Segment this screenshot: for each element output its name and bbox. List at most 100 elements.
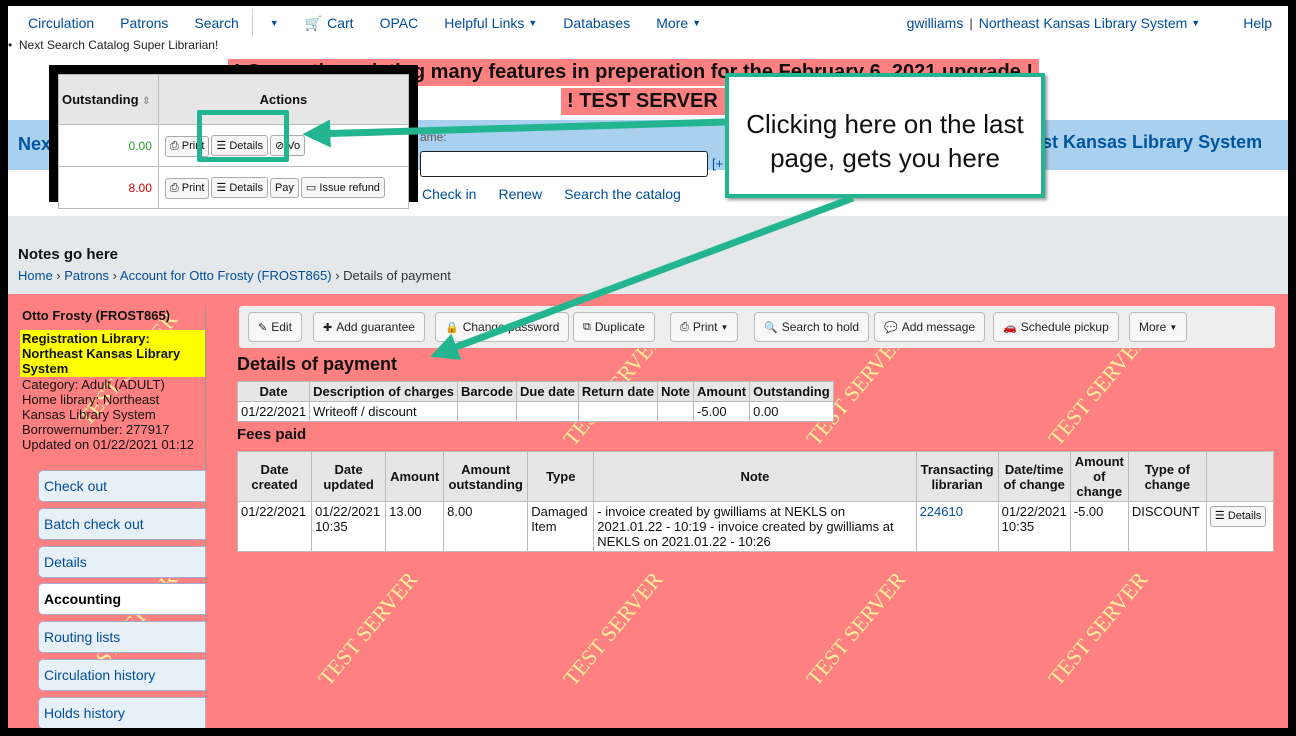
cell-actions: ☰ Details (1205, 501, 1275, 552)
add-guarantee-label: Add guarantee (336, 320, 415, 334)
cell-note (657, 401, 695, 422)
sidebar-item-details[interactable]: Details (38, 545, 206, 578)
sidebar-item-batch-check-out[interactable]: Batch check out (38, 507, 206, 540)
sidebar-item-circulation-history[interactable]: Circulation history (38, 658, 206, 691)
registration-library: Registration Library: Northeast Kansas L… (20, 330, 206, 377)
check-in-link[interactable]: Check in (422, 186, 476, 202)
nav-databases[interactable]: Databases (550, 6, 643, 40)
edit-label: Edit (271, 320, 292, 334)
cell-amount-outstanding: 8.00 (443, 501, 529, 552)
car-icon: 🚗 (1003, 321, 1017, 334)
patron-toolbar: ✎ Edit ✚ Add guarantee 🔒 Change password ⧉ D… (239, 306, 1275, 348)
lock-icon: 🔒 (445, 321, 459, 334)
breadcrumb-current: Details of payment (343, 268, 451, 283)
col-datetime-change: Date/time of change (997, 451, 1071, 502)
col-actions (1205, 451, 1275, 502)
comment-icon: 💬 (884, 321, 898, 334)
nav-circulation[interactable]: Circulation (8, 6, 107, 40)
search-icon: 🔍 (764, 321, 778, 334)
pencil-icon: ✎ (258, 321, 268, 334)
nav-helpful-links-label: Helpful Links (444, 15, 525, 31)
schedule-pickup-button[interactable]: 🚗 Schedule pickup (993, 312, 1119, 342)
add-message-label: Add message (901, 320, 976, 334)
pay-button[interactable]: Pay (269, 177, 299, 198)
expand-search-link[interactable]: [+ (712, 156, 723, 171)
breadcrumb-account[interactable]: Account for Otto Frosty (FROST865) (120, 268, 332, 283)
sidebar-item-holds-history[interactable]: Holds history (38, 696, 206, 728)
nav-search[interactable]: Search (181, 6, 251, 40)
top-navbar: Circulation Patrons Search ▼ 🛒 Cart OPAC … (8, 6, 1288, 40)
breadcrumb-home[interactable]: Home (18, 268, 53, 283)
patron-sidebar-menu: Check out Batch check out Details Accoun… (38, 470, 206, 728)
cell-actions: ⎙ Print ☰ Details Pay ▭ Issue refund (157, 166, 410, 209)
nav-patrons[interactable]: Patrons (107, 6, 181, 40)
breadcrumb-patrons[interactable]: Patrons (64, 268, 109, 283)
details-button[interactable]: ☰ Details (211, 176, 268, 198)
col-amount-change: Amount of change (1069, 451, 1129, 502)
more-button[interactable]: More ▼ (1129, 312, 1188, 342)
col-note: Note (593, 451, 917, 502)
nav-cart[interactable]: 🛒 Cart (292, 6, 367, 40)
header-title-right: st Kansas Library System (1042, 132, 1263, 152)
cell-datetime-change: 01/22/2021 10:35 (997, 501, 1071, 552)
col-type: Type (527, 451, 595, 502)
add-guarantee-button[interactable]: ✚ Add guarantee (313, 312, 425, 342)
search-to-hold-button[interactable]: 🔍 Search to hold (754, 312, 870, 342)
col-description: Description of charges (309, 381, 458, 402)
patron-search-input[interactable] (420, 151, 708, 177)
nav-helpful-links[interactable]: Helpful Links ▼ (431, 6, 550, 40)
details-label: Details (229, 181, 263, 194)
chevron-down-icon: ▼ (1169, 322, 1178, 332)
cell-date-created: 01/22/2021 (236, 501, 313, 552)
col-date-created: Date created (236, 451, 313, 502)
printer-icon: ⎙ (169, 139, 179, 152)
void-label: Vo (287, 139, 301, 152)
circ-quick-links: Check in Renew Search the catalog (422, 186, 681, 202)
page-title: Details of payment (237, 354, 398, 374)
library-selector[interactable]: Northeast Kansas Library System ▼ (979, 6, 1213, 40)
cell-type: Damaged Item (527, 501, 595, 552)
renew-link[interactable]: Renew (498, 186, 542, 202)
col-outstanding[interactable]: Outstanding ⇕ (58, 74, 159, 125)
print-label: Print (692, 320, 718, 334)
details-button[interactable]: ☰ Details (1209, 506, 1267, 527)
cell-note: - invoice created by gwilliams at NEKLS … (593, 501, 917, 552)
copy-icon: ⧉ (583, 320, 591, 333)
chevron-down-icon: ▼ (528, 18, 538, 28)
print-button[interactable]: ⎙ Print ▼ (670, 312, 739, 342)
issue-refund-button[interactable]: ▭ Issue refund (300, 176, 385, 198)
user-menu: gwilliams | Northeast Kansas Library Sys… (894, 6, 1288, 40)
search-catalog-link[interactable]: Search the catalog (564, 186, 681, 202)
details-label: Details (1227, 510, 1262, 522)
change-password-button[interactable]: 🔒 Change password (435, 312, 570, 342)
table-row: 01/22/2021 01/22/2021 10:35 13.00 8.00 D… (236, 501, 1275, 552)
cell-amount: 13.00 (385, 501, 445, 552)
print-button[interactable]: ⎙ Print (164, 177, 210, 199)
nav-opac[interactable]: OPAC (367, 6, 432, 40)
edit-button[interactable]: ✎ Edit (248, 312, 302, 342)
details-highlight-box (197, 110, 289, 162)
chevron-down-icon: ▼ (1191, 18, 1201, 28)
change-password-label: Change password (462, 320, 560, 334)
table-row: 01/22/2021 Writeoff / discount -5.00 0.0… (236, 401, 834, 422)
search-to-hold-label: Search to hold (781, 320, 860, 334)
nav-more[interactable]: More ▼ (643, 6, 714, 40)
table-row: 8.00 ⎙ Print ☰ Details Pay ▭ Issue refund (58, 166, 410, 209)
sidebar-item-routing-lists[interactable]: Routing lists (38, 621, 206, 654)
patron-name: Otto Frosty (FROST865) (22, 308, 171, 323)
patron-category: Category: Adult (ADULT) (22, 377, 165, 392)
cell-barcode (456, 401, 517, 422)
borrower-number: Borrowernumber: 277917 (22, 422, 170, 437)
search-dropdown-caret-icon[interactable]: ▼ (253, 6, 292, 40)
add-message-button[interactable]: 💬 Add message (874, 312, 986, 342)
librarian-link[interactable]: 224610 (920, 504, 963, 519)
col-date-updated: Date updated (311, 451, 387, 502)
payment-details-table: Date Description of charges Barcode Due … (236, 381, 834, 422)
sidebar-item-accounting[interactable]: Accounting (38, 583, 206, 616)
sidebar-item-check-out[interactable]: Check out (38, 470, 206, 502)
duplicate-button[interactable]: ⧉ Duplicate (573, 312, 655, 342)
user-separator: | (969, 15, 973, 31)
logged-in-user[interactable]: gwilliams (894, 6, 964, 40)
breadcrumb: Home › Patrons › Account for Otto Frosty… (18, 268, 451, 283)
help-link[interactable]: Help (1213, 6, 1288, 40)
